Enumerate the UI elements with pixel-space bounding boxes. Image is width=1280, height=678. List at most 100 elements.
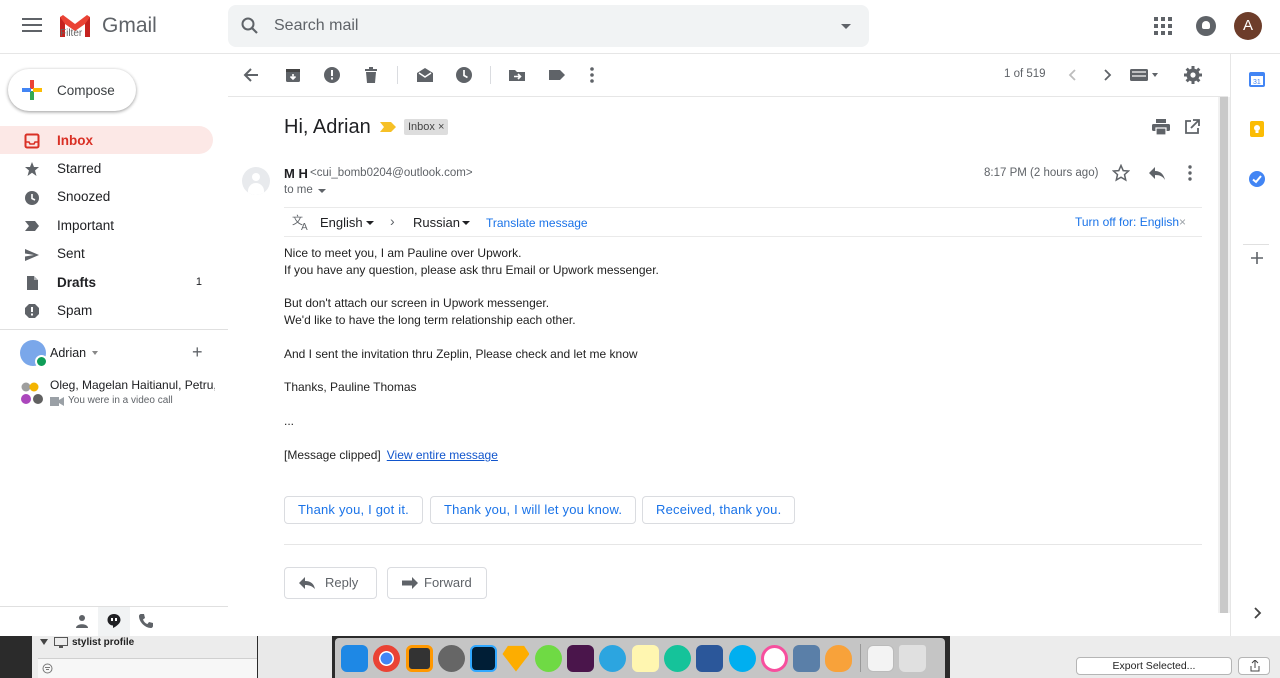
- word-icon[interactable]: [696, 644, 724, 672]
- move-to-icon[interactable]: [508, 66, 526, 84]
- calendar-icon[interactable]: 31: [1248, 70, 1266, 88]
- body-line: But don't attach our screen in Upwork me…: [284, 296, 550, 311]
- export-selected-button[interactable]: Export Selected...: [1076, 657, 1232, 675]
- inbox-label-chip[interactable]: Inbox ×: [404, 119, 449, 135]
- search-bar[interactable]: [228, 5, 869, 47]
- translate-icon: 文A: [292, 213, 308, 231]
- keyboard-icon[interactable]: [1130, 68, 1160, 82]
- notes-icon[interactable]: [631, 644, 659, 672]
- chevron-right-icon[interactable]: [1248, 604, 1266, 622]
- share-button[interactable]: [1238, 657, 1270, 675]
- recipient-summary: to me: [284, 184, 313, 196]
- clipped-text: [Message clipped]: [284, 448, 381, 462]
- gmail-window: Gmail A Compose Inbox: [0, 0, 1280, 636]
- settings-gear-icon[interactable]: [1184, 66, 1202, 84]
- documents-stack-icon[interactable]: [866, 644, 894, 672]
- sidebar-item-spam[interactable]: Spam: [0, 296, 213, 324]
- scrollbar-thumb[interactable]: [1220, 97, 1228, 613]
- sidebar-item-important[interactable]: Important: [0, 211, 213, 239]
- open-in-new-window-icon[interactable]: [1184, 119, 1200, 135]
- turn-off-translation-link[interactable]: Turn off for: English: [1075, 215, 1179, 229]
- translate-message-link[interactable]: Translate message: [486, 216, 588, 230]
- filter-field[interactable]: [38, 658, 257, 678]
- compose-button[interactable]: Compose: [8, 69, 136, 111]
- report-spam-icon[interactable]: [323, 66, 341, 84]
- target-language-select[interactable]: Russian: [413, 215, 460, 230]
- reply-icon[interactable]: [1148, 165, 1166, 181]
- tasks-icon[interactable]: [1248, 170, 1266, 188]
- smart-reply-button[interactable]: Thank you, I will let you know.: [430, 496, 637, 524]
- print-icon[interactable]: [1152, 119, 1170, 135]
- source-language-select[interactable]: English: [320, 215, 363, 230]
- older-chevron-icon[interactable]: [1098, 66, 1116, 84]
- mark-unread-icon[interactable]: [416, 66, 434, 84]
- finder-icon[interactable]: [341, 644, 368, 672]
- forward-button[interactable]: Forward: [387, 567, 487, 599]
- sidebar-item-starred[interactable]: Starred: [0, 154, 213, 182]
- google-apps-icon[interactable]: [1154, 17, 1172, 35]
- search-input[interactable]: [274, 15, 814, 37]
- sidebar: Compose Inbox Starred Snoozed Important …: [0, 54, 228, 636]
- skype-icon[interactable]: [728, 644, 756, 672]
- snooze-icon[interactable]: [455, 66, 473, 84]
- sidebar-item-inbox[interactable]: Inbox: [0, 126, 213, 155]
- trash-icon[interactable]: [899, 644, 927, 672]
- upwork-icon[interactable]: [534, 644, 562, 672]
- background-row-title[interactable]: stylist profile: [72, 637, 134, 648]
- svg-text:A: A: [301, 222, 308, 231]
- sidebar-item-snoozed[interactable]: Snoozed: [0, 183, 213, 211]
- keep-icon[interactable]: [1248, 120, 1266, 138]
- star-message-icon[interactable]: [1112, 164, 1130, 182]
- preview-icon[interactable]: [793, 644, 821, 672]
- importance-marker-icon[interactable]: [380, 122, 396, 132]
- body-line: Nice to meet you, I am Pauline over Upwo…: [284, 246, 522, 260]
- smart-reply-button[interactable]: Thank you, I got it.: [284, 496, 423, 524]
- newer-chevron-icon[interactable]: [1064, 66, 1082, 84]
- slack-icon[interactable]: [567, 644, 595, 672]
- archive-icon[interactable]: [284, 66, 302, 84]
- chrome-icon[interactable]: [373, 644, 401, 672]
- sidebar-item-sent[interactable]: Sent: [0, 240, 213, 268]
- hangouts-user[interactable]: Adrian: [20, 340, 99, 368]
- account-avatar[interactable]: A: [1234, 12, 1262, 40]
- sender-name[interactable]: M H: [284, 166, 308, 181]
- reply-button[interactable]: Reply: [284, 567, 377, 599]
- grammarly-icon[interactable]: [663, 644, 691, 672]
- view-entire-message-link[interactable]: View entire message: [387, 448, 498, 462]
- message-scrollbar[interactable]: [1218, 97, 1230, 613]
- person-icon[interactable]: [74, 613, 90, 629]
- itunes-icon[interactable]: [760, 644, 788, 672]
- notifications-icon[interactable]: [1196, 16, 1216, 36]
- add-addon-icon[interactable]: [1248, 249, 1266, 267]
- show-details-chevron-icon[interactable]: [318, 189, 326, 193]
- sidebar-item-drafts[interactable]: Drafts 1: [0, 268, 213, 296]
- smart-reply-button[interactable]: Received, thank you.: [642, 496, 796, 524]
- telegram-icon[interactable]: [599, 644, 627, 672]
- phone-icon[interactable]: [138, 613, 154, 629]
- sketch-icon[interactable]: [502, 645, 530, 672]
- photoshop-icon[interactable]: [470, 644, 498, 672]
- sidebar-item-label: Sent: [57, 246, 85, 262]
- back-arrow-icon[interactable]: [242, 66, 260, 84]
- zeplin-icon[interactable]: [825, 644, 853, 672]
- top-bar: Gmail A: [0, 0, 1280, 54]
- system-preferences-icon[interactable]: [437, 644, 465, 672]
- sublime-text-icon[interactable]: [405, 644, 433, 672]
- add-chat-icon[interactable]: +: [192, 342, 203, 363]
- main-menu-icon[interactable]: [20, 14, 44, 38]
- svg-text:31: 31: [1253, 79, 1261, 86]
- app-name: Gmail: [102, 14, 157, 37]
- search-options-icon[interactable]: [841, 24, 851, 29]
- conversation-status: You were in a video call: [68, 395, 173, 406]
- more-options-icon[interactable]: [583, 66, 601, 84]
- search-icon[interactable]: [240, 16, 260, 36]
- message-more-icon[interactable]: [1188, 165, 1192, 181]
- star-icon: [25, 162, 39, 177]
- hangouts-icon[interactable]: [106, 613, 122, 629]
- chevron-down-icon: [40, 639, 48, 645]
- filter-icon: [42, 663, 53, 674]
- label-icon[interactable]: [548, 66, 566, 84]
- close-icon[interactable]: ×: [1179, 215, 1186, 229]
- delete-icon[interactable]: [362, 66, 380, 84]
- message-timestamp: 8:17 PM (2 hours ago): [984, 167, 1099, 179]
